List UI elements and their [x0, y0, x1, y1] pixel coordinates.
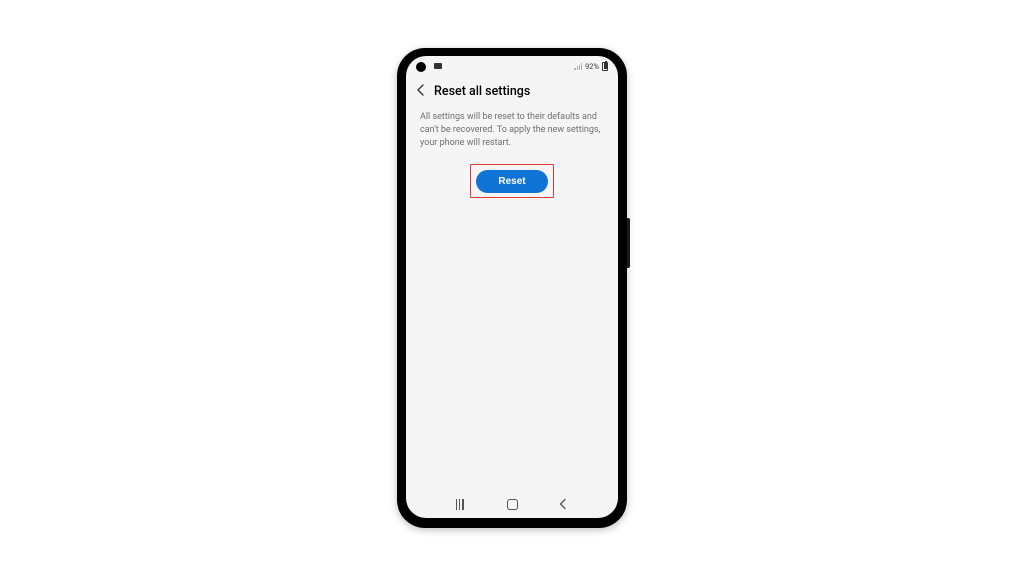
status-left: [434, 63, 442, 69]
camera-hole: [416, 62, 426, 72]
back-button[interactable]: [416, 82, 426, 101]
page-header: Reset all settings: [406, 74, 618, 107]
nav-recents-button[interactable]: [456, 499, 467, 510]
chevron-left-icon: [558, 498, 568, 510]
page-title: Reset all settings: [434, 84, 530, 99]
chevron-left-icon: [416, 83, 426, 97]
nav-back-button[interactable]: [558, 498, 568, 510]
reset-description: All settings will be reset to their defa…: [406, 107, 618, 150]
phone-side-button: [627, 218, 630, 268]
battery-percent-label: 92%: [585, 62, 599, 71]
phone-frame: 92% Reset all settings All settings will…: [397, 48, 627, 528]
navigation-bar: [406, 492, 618, 518]
battery-icon: [602, 62, 608, 71]
nav-home-button[interactable]: [507, 499, 518, 510]
button-container: Reset: [406, 164, 618, 198]
status-bar: 92%: [406, 56, 618, 74]
status-right: 92%: [574, 62, 608, 71]
reset-button[interactable]: Reset: [476, 170, 547, 193]
signal-icon: [574, 63, 582, 70]
camera-indicator-icon: [434, 63, 442, 69]
phone-screen: 92% Reset all settings All settings will…: [406, 56, 618, 518]
tutorial-highlight-box: Reset: [470, 164, 553, 198]
